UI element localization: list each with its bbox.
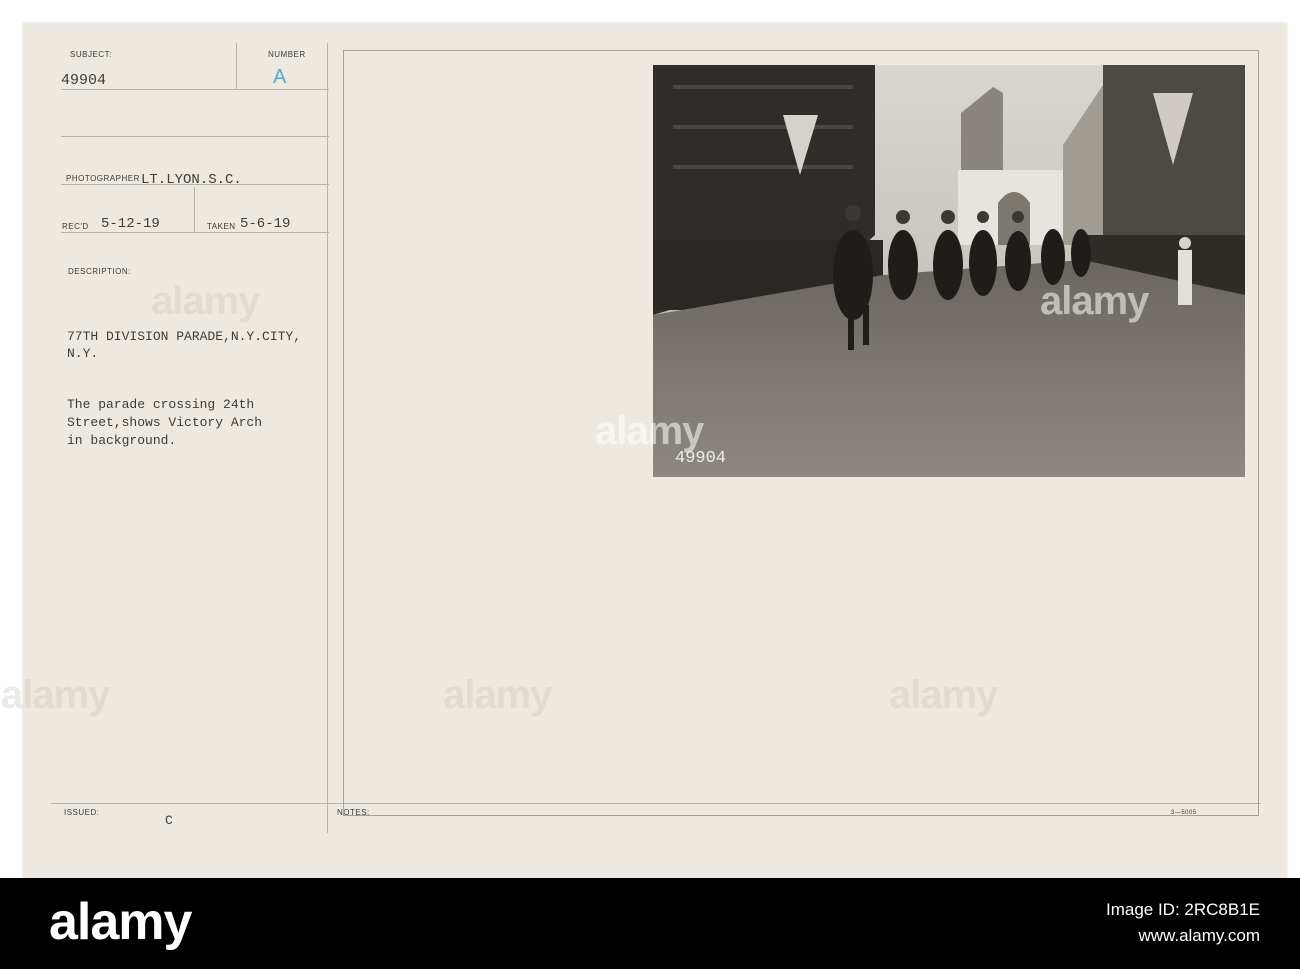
description-label: DESCRIPTION: <box>68 267 131 276</box>
issued-value: C <box>165 813 173 828</box>
watermark-4: alamy <box>1 673 110 717</box>
issued-label: ISSUED: <box>64 808 100 817</box>
taken-label: TAKEN <box>207 222 236 231</box>
watermark-3: alamy <box>1040 279 1149 323</box>
description-body: The parade crossing 24th Street,shows Vi… <box>67 396 262 450</box>
watermark-2: alamy <box>595 409 704 453</box>
description-line-3: in background. <box>67 433 177 448</box>
description-title-line-2: N.Y. <box>67 346 99 361</box>
rule-1 <box>61 89 329 90</box>
description-title-line-1: 77TH DIVISION PARADE,N.Y.CITY, <box>67 329 302 344</box>
footer-logo: alamy <box>49 893 192 951</box>
photographer-value: LT.LYON.S.C. <box>141 172 242 188</box>
rule-2 <box>61 136 329 137</box>
date-divider <box>194 187 195 233</box>
recd-value: 5-12-19 <box>101 216 160 232</box>
description-line-2: Street,shows Victory Arch <box>67 415 263 430</box>
watermark-5: alamy <box>443 673 552 717</box>
number-label: NUMBER <box>268 50 306 59</box>
archive-card: SUBJECT: 49904 NUMBER A PHOTOGRAPHER LT.… <box>1 23 1287 878</box>
footer-meta: Image ID: 2RC8B1E www.alamy.com <box>1106 897 1260 949</box>
watermark-1: alamy <box>151 279 260 323</box>
image-id: Image ID: 2RC8B1E <box>1105 900 1260 919</box>
description-title: 77TH DIVISION PARADE,N.Y.CITY, N.Y. <box>67 328 301 362</box>
subject-label: SUBJECT: <box>70 50 112 59</box>
rule-3 <box>61 184 329 185</box>
parade-scene <box>653 65 1245 477</box>
taken-value: 5-6-19 <box>240 216 291 232</box>
number-value: A <box>273 66 287 88</box>
subject-value: 49904 <box>61 72 107 89</box>
site-url[interactable]: www.alamy.com <box>1106 923 1260 949</box>
subject-divider <box>236 43 237 90</box>
description-line-1: The parade crossing 24th <box>67 397 255 412</box>
watermark-6: alamy <box>889 673 998 717</box>
rule-4 <box>61 232 329 233</box>
parade-photo: 49904 <box>653 65 1245 477</box>
recd-label: REC'D <box>62 222 89 231</box>
photographer-label: PHOTOGRAPHER <box>66 174 140 183</box>
column-divider <box>327 43 328 833</box>
